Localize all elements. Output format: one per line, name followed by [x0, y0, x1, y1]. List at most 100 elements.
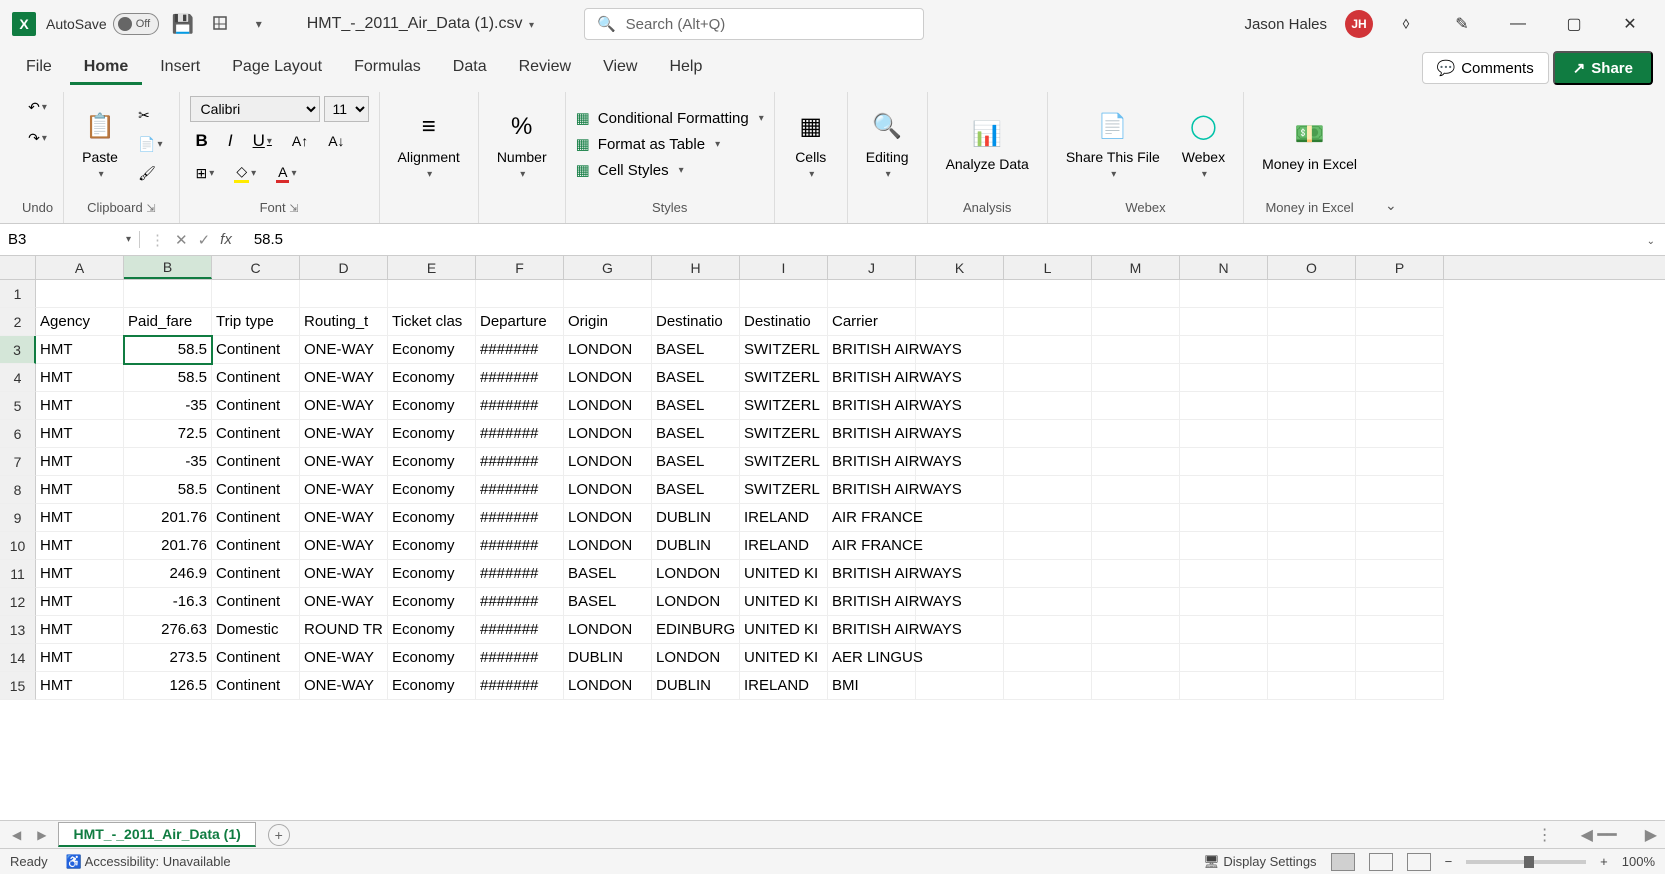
- cell-G7[interactable]: LONDON: [564, 448, 652, 476]
- cell-P2[interactable]: [1356, 308, 1444, 336]
- cell-A6[interactable]: HMT: [36, 420, 124, 448]
- cell-H4[interactable]: BASEL: [652, 364, 740, 392]
- cell-D6[interactable]: ONE-WAY: [300, 420, 388, 448]
- zoom-in-button[interactable]: +: [1600, 854, 1608, 869]
- cell-A4[interactable]: HMT: [36, 364, 124, 392]
- cell-F14[interactable]: #######: [476, 644, 564, 672]
- menu-tab-page-layout[interactable]: Page Layout: [218, 52, 336, 85]
- formula-input[interactable]: 58.5: [242, 231, 1635, 248]
- cell-J12[interactable]: BRITISH AIRWAYS: [828, 588, 916, 616]
- cell-E4[interactable]: Economy: [388, 364, 476, 392]
- cell-N5[interactable]: [1180, 392, 1268, 420]
- cell-D13[interactable]: ROUND TR: [300, 616, 388, 644]
- cell-H9[interactable]: DUBLIN: [652, 504, 740, 532]
- cell-O9[interactable]: [1268, 504, 1356, 532]
- cell-L4[interactable]: [1004, 364, 1092, 392]
- save-button[interactable]: 💾: [169, 10, 197, 38]
- cell-H5[interactable]: BASEL: [652, 392, 740, 420]
- row-header-5[interactable]: 5: [0, 392, 36, 420]
- share-button[interactable]: ↗ Share: [1553, 51, 1653, 85]
- cell-L11[interactable]: [1004, 560, 1092, 588]
- cell-O13[interactable]: [1268, 616, 1356, 644]
- hscroll-left[interactable]: ◀ ━━: [1581, 825, 1617, 845]
- cell-A9[interactable]: HMT: [36, 504, 124, 532]
- zoom-out-button[interactable]: −: [1445, 854, 1453, 869]
- italic-button[interactable]: I: [222, 128, 239, 154]
- cell-P12[interactable]: [1356, 588, 1444, 616]
- cell-J13[interactable]: BRITISH AIRWAYS: [828, 616, 916, 644]
- column-header-J[interactable]: J: [828, 256, 916, 279]
- cell-H2[interactable]: Destinatio: [652, 308, 740, 336]
- cell-A8[interactable]: HMT: [36, 476, 124, 504]
- cell-O11[interactable]: [1268, 560, 1356, 588]
- cell-C13[interactable]: Domestic: [212, 616, 300, 644]
- cell-L14[interactable]: [1004, 644, 1092, 672]
- cell-M11[interactable]: [1092, 560, 1180, 588]
- cell-I8[interactable]: SWITZERL: [740, 476, 828, 504]
- column-header-M[interactable]: M: [1092, 256, 1180, 279]
- cell-L5[interactable]: [1004, 392, 1092, 420]
- cell-O5[interactable]: [1268, 392, 1356, 420]
- cell-M5[interactable]: [1092, 392, 1180, 420]
- cell-C12[interactable]: Continent: [212, 588, 300, 616]
- row-header-7[interactable]: 7: [0, 448, 36, 476]
- analyze-data-button[interactable]: 📊Analyze Data: [938, 112, 1037, 176]
- webex-button[interactable]: ◯Webex▾: [1174, 105, 1233, 184]
- cell-M12[interactable]: [1092, 588, 1180, 616]
- cell-L13[interactable]: [1004, 616, 1092, 644]
- format-as-table-button[interactable]: ▦ Format as Table ▾: [576, 135, 764, 153]
- cell-C1[interactable]: [212, 280, 300, 308]
- menu-tab-file[interactable]: File: [12, 52, 66, 85]
- cell-B3[interactable]: 58.5: [124, 336, 212, 364]
- cell-L2[interactable]: [1004, 308, 1092, 336]
- cell-I6[interactable]: SWITZERL: [740, 420, 828, 448]
- cell-D4[interactable]: ONE-WAY: [300, 364, 388, 392]
- column-header-P[interactable]: P: [1356, 256, 1444, 279]
- cell-K5[interactable]: [916, 392, 1004, 420]
- cell-N15[interactable]: [1180, 672, 1268, 700]
- cell-F2[interactable]: Departure: [476, 308, 564, 336]
- row-header-1[interactable]: 1: [0, 280, 36, 308]
- cell-I11[interactable]: UNITED KI: [740, 560, 828, 588]
- cell-P5[interactable]: [1356, 392, 1444, 420]
- cell-B8[interactable]: 58.5: [124, 476, 212, 504]
- cell-C9[interactable]: Continent: [212, 504, 300, 532]
- cell-J5[interactable]: BRITISH AIRWAYS: [828, 392, 916, 420]
- cell-J4[interactable]: BRITISH AIRWAYS: [828, 364, 916, 392]
- cell-G5[interactable]: LONDON: [564, 392, 652, 420]
- cell-P6[interactable]: [1356, 420, 1444, 448]
- cell-G13[interactable]: LONDON: [564, 616, 652, 644]
- cell-J15[interactable]: BMI: [828, 672, 916, 700]
- cell-K8[interactable]: [916, 476, 1004, 504]
- qat-button-2[interactable]: [207, 10, 235, 38]
- cell-styles-button[interactable]: ▦ Cell Styles ▾: [576, 161, 764, 179]
- name-box[interactable]: B3▾: [0, 231, 140, 248]
- cell-B14[interactable]: 273.5: [124, 644, 212, 672]
- minimize-button[interactable]: —: [1495, 4, 1541, 44]
- column-header-I[interactable]: I: [740, 256, 828, 279]
- number-button[interactable]: %Number▾: [489, 105, 555, 184]
- cell-E14[interactable]: Economy: [388, 644, 476, 672]
- cell-C2[interactable]: Trip type: [212, 308, 300, 336]
- cell-H8[interactable]: BASEL: [652, 476, 740, 504]
- row-header-9[interactable]: 9: [0, 504, 36, 532]
- sheet-tab-active[interactable]: HMT_-_2011_Air_Data (1): [58, 822, 255, 847]
- cell-M4[interactable]: [1092, 364, 1180, 392]
- cell-M3[interactable]: [1092, 336, 1180, 364]
- cell-N13[interactable]: [1180, 616, 1268, 644]
- cell-E13[interactable]: Economy: [388, 616, 476, 644]
- cell-N1[interactable]: [1180, 280, 1268, 308]
- cell-B11[interactable]: 246.9: [124, 560, 212, 588]
- cell-G4[interactable]: LONDON: [564, 364, 652, 392]
- cell-F1[interactable]: [476, 280, 564, 308]
- cell-I4[interactable]: SWITZERL: [740, 364, 828, 392]
- menu-tab-review[interactable]: Review: [505, 52, 585, 85]
- cell-E8[interactable]: Economy: [388, 476, 476, 504]
- editing-button[interactable]: 🔍Editing▾: [858, 105, 917, 184]
- cell-I3[interactable]: SWITZERL: [740, 336, 828, 364]
- cell-O15[interactable]: [1268, 672, 1356, 700]
- fx-icon[interactable]: fx: [220, 231, 232, 248]
- spreadsheet-grid[interactable]: ABCDEFGHIJKLMNOP 12AgencyPaid_fareTrip t…: [0, 256, 1665, 820]
- share-file-button[interactable]: 📄Share This File▾: [1058, 105, 1168, 184]
- copy-button[interactable]: 📄 ▾: [132, 133, 168, 156]
